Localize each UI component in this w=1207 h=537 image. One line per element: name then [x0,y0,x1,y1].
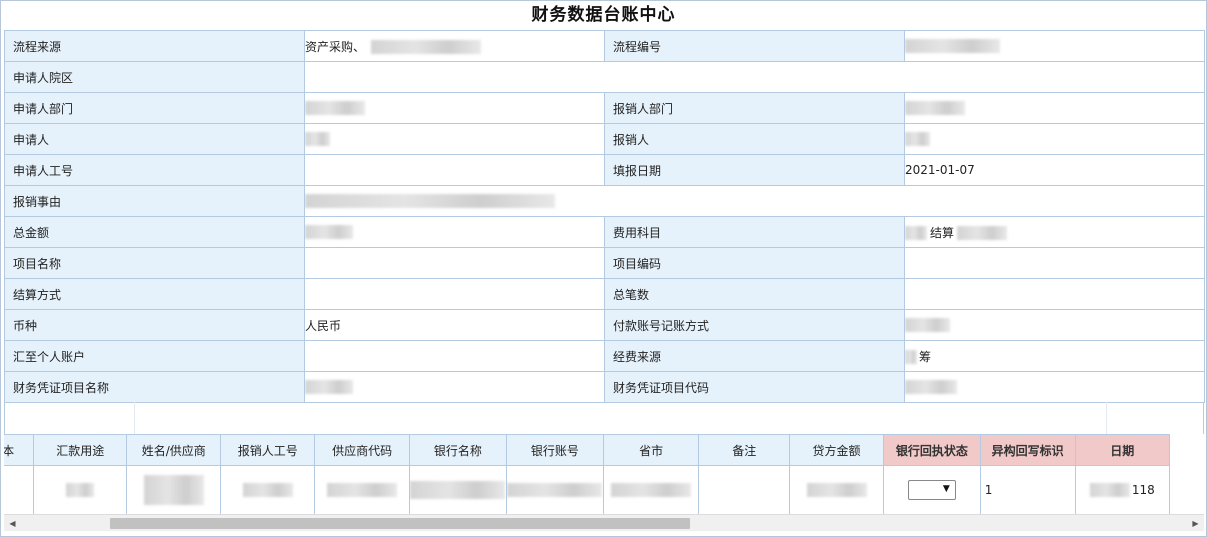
form-label: 报销人部门 [604,92,905,124]
form-label: 报销人 [604,123,905,155]
scroll-left-icon[interactable]: ◀ [4,515,21,532]
cell-date: 118 [1074,465,1171,514]
form-value [304,123,605,155]
form-row: 汇至个人账户 经费来源 筹 [4,340,1205,372]
currency-value: 人民币 [304,309,605,341]
table-row: ▼ 1 118 [4,465,1171,514]
form-label: 项目编码 [604,247,905,279]
form-label: 报销事由 [4,185,305,217]
form-label: 申请人院区 [4,61,305,93]
form-label: 财务凭证项目代码 [604,371,905,403]
cell-bank-account [505,465,604,514]
form-row: 结算方式 总笔数 [4,278,1205,310]
grid-spacer [4,402,1204,434]
detail-grid-viewport[interactable]: 文本 汇款用途 姓名/供应商 报销人工号 供应商代码 银行名称 银行账号 省市 … [4,434,1204,514]
form-value [304,371,605,403]
form-label: 总笔数 [604,278,905,310]
form-row: 申请人 报销人 [4,123,1205,155]
fill-date-value: 2021-01-07 [904,154,1205,186]
page-title: 财务数据台账中心 [531,5,676,25]
form-row: 币种 人民币 付款账号记账方式 [4,309,1205,341]
ledger-form: 流程来源 资产采购、 流程编号 申请人院区 申请人部门 报销人部门 申请人 报销… [4,30,1205,403]
form-row: 项目名称 项目编码 [4,247,1205,279]
form-value: 结算 [904,216,1205,248]
col-header-supplier-code[interactable]: 供应商代码 [314,434,410,466]
scrollbar-thumb[interactable] [110,518,690,529]
form-row: 申请人部门 报销人部门 [4,92,1205,124]
cell-credit-amount [789,465,884,514]
form-value [904,92,1205,124]
form-label: 结算方式 [4,278,305,310]
form-value [904,247,1205,279]
cell-text [4,465,35,514]
form-row: 总金额 费用科目 结算 [4,216,1205,248]
form-label: 币种 [4,309,305,341]
chevron-down-icon: ▼ [942,484,950,494]
col-header-date[interactable]: 日期 [1074,434,1171,466]
form-row: 申请人院区 [4,61,1205,93]
scroll-right-icon[interactable]: ▶ [1187,515,1204,532]
col-header-remark[interactable]: 备注 [698,434,791,466]
col-header-writeback-flag[interactable]: 异构回写标识 [979,434,1076,466]
col-header-payee[interactable]: 姓名/供应商 [126,434,222,466]
form-row: 流程来源 资产采购、 流程编号 [4,30,1205,62]
cell-purpose [33,465,128,514]
grid-header-row: 文本 汇款用途 姓名/供应商 报销人工号 供应商代码 银行名称 银行账号 省市 … [4,434,1171,466]
cell-supplier-code [314,465,410,514]
form-row: 财务凭证项目名称 财务凭证项目代码 [4,371,1205,403]
col-header-bank-name[interactable]: 银行名称 [408,434,507,466]
form-value [904,309,1205,341]
form-label: 汇至个人账户 [4,340,305,372]
form-label: 申请人工号 [4,154,305,186]
form-label: 申请人 [4,123,305,155]
horizontal-scrollbar[interactable]: ◀ ▶ [4,514,1204,531]
form-value [304,216,605,248]
form-label: 流程编号 [604,30,905,62]
col-header-bank-account[interactable]: 银行账号 [505,434,604,466]
form-label: 付款账号记账方式 [604,309,905,341]
col-header-purpose[interactable]: 汇款用途 [33,434,128,466]
form-value [304,185,1205,217]
form-value [904,278,1205,310]
form-value [904,371,1205,403]
form-value [304,247,605,279]
bank-status-select[interactable]: ▼ [907,480,956,500]
form-value [304,61,1205,93]
form-value [904,30,1205,62]
col-header-bank-status[interactable]: 银行回执状态 [882,434,981,466]
form-value [304,278,605,310]
form-label: 经费来源 [604,340,905,372]
col-header-employee-id[interactable]: 报销人工号 [220,434,316,466]
form-label: 流程来源 [4,30,305,62]
cell-bank-status: ▼ [882,465,981,514]
form-label: 项目名称 [4,247,305,279]
form-label: 填报日期 [604,154,905,186]
cell-province [602,465,700,514]
detail-grid: 文本 汇款用途 姓名/供应商 报销人工号 供应商代码 银行名称 银行账号 省市 … [4,434,1171,514]
form-row: 报销事由 [4,185,1205,217]
form-label: 费用科目 [604,216,905,248]
col-header-text[interactable]: 文本 [4,434,35,466]
cell-bank-name [408,465,507,514]
form-value: 筹 [904,340,1205,372]
form-value [304,92,605,124]
form-value [304,154,605,186]
cell-payee [126,465,222,514]
cell-writeback-flag: 1 [979,465,1076,514]
col-header-province[interactable]: 省市 [602,434,700,466]
form-value [304,340,605,372]
form-value: 资产采购、 [304,30,605,62]
col-header-credit-amount[interactable]: 贷方金额 [789,434,884,466]
form-label: 总金额 [4,216,305,248]
cell-employee-id [220,465,316,514]
form-label: 财务凭证项目名称 [4,371,305,403]
form-value [904,123,1205,155]
cell-remark [698,465,791,514]
form-label: 申请人部门 [4,92,305,124]
form-row: 申请人工号 填报日期 2021-01-07 [4,154,1205,186]
